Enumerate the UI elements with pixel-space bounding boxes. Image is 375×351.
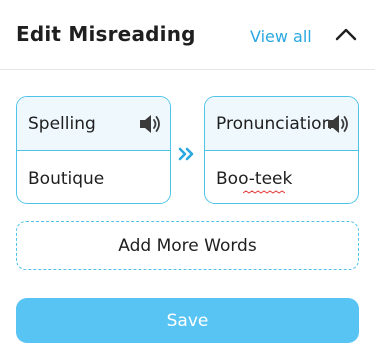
pronunciation-card: Pronunciation Boo-teek bbox=[204, 96, 359, 204]
spellcheck-underline bbox=[243, 190, 285, 194]
chevron-up-icon[interactable] bbox=[334, 25, 358, 43]
view-all-link[interactable]: View all bbox=[250, 27, 312, 46]
spelling-card: Spelling Boutique bbox=[16, 96, 171, 204]
pronunciation-label: Pronunciation bbox=[216, 114, 333, 134]
page-title: Edit Misreading bbox=[16, 22, 196, 46]
panel-header: Edit Misreading View all bbox=[0, 0, 375, 70]
add-more-words-button[interactable]: Add More Words bbox=[16, 221, 359, 270]
pronunciation-card-header: Pronunciation bbox=[205, 97, 358, 151]
spelling-input[interactable]: Boutique bbox=[28, 169, 104, 189]
pronunciation-input[interactable]: Boo-teek bbox=[216, 169, 292, 189]
speaker-icon[interactable] bbox=[326, 113, 350, 135]
spelling-card-header: Spelling bbox=[17, 97, 170, 151]
speaker-icon[interactable] bbox=[138, 113, 162, 135]
spelling-label: Spelling bbox=[28, 114, 96, 134]
double-chevron-right-icon bbox=[178, 147, 194, 161]
save-button[interactable]: Save bbox=[16, 298, 359, 343]
